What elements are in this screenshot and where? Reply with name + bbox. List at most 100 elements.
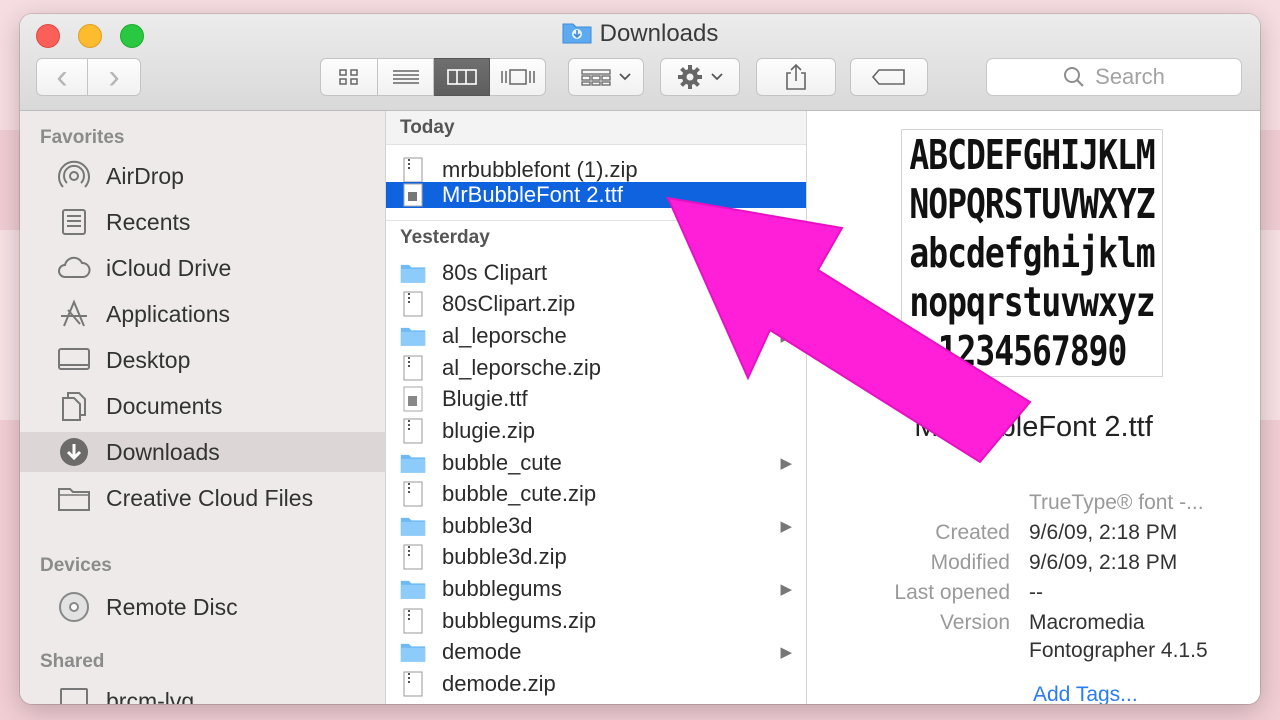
sidebar-item-label: iCloud Drive [106, 254, 232, 281]
chevron-right-icon: › [108, 58, 120, 96]
search-icon [1064, 67, 1084, 87]
window-title-text: Downloads [599, 20, 719, 47]
file-name: demode [442, 639, 522, 664]
gear-icon [678, 65, 702, 89]
window-title: Downloads [20, 20, 1260, 48]
preview-pane: ABCDEFGHIJKLM NOPQRSTUVWXYZ abcdefghijkl… [807, 111, 1260, 704]
search-field[interactable]: Search [986, 58, 1242, 96]
downloads-icon [56, 434, 92, 470]
cloud-icon [56, 250, 92, 286]
folder-icon [400, 512, 426, 540]
column-view-button[interactable] [434, 58, 490, 96]
file-name: bubble_cute.zip [442, 481, 597, 506]
folder-icon [400, 449, 426, 477]
folder-icon [56, 480, 92, 516]
folder-row[interactable]: 80s Clipart [386, 258, 806, 288]
sidebar-item-airdrop[interactable]: AirDrop [20, 156, 385, 196]
share-icon [786, 63, 806, 90]
file-name: al_leporsche.zip [442, 355, 601, 380]
back-button[interactable]: ‹ [36, 58, 88, 96]
folder-row[interactable]: bubble3d ▶ [386, 511, 806, 541]
sidebar-item-creative-cloud-files[interactable]: Creative Cloud Files [20, 478, 385, 518]
meta-key: Modified [930, 551, 1010, 574]
action-menu-button[interactable] [660, 58, 740, 96]
sidebar-item-desktop[interactable]: Desktop [20, 340, 385, 380]
zip-file-icon [400, 480, 426, 508]
arrange-menu-button[interactable] [568, 58, 644, 96]
file-row[interactable]: Blugie.ttf [386, 384, 806, 414]
folder-row[interactable]: demode ▶ [386, 637, 806, 667]
file-column: Today mrbubblefont (1).zip MrBubbleFont … [386, 111, 807, 704]
sidebar-item-remote-disc[interactable]: Remote Disc [20, 587, 385, 627]
sidebar-item-documents[interactable]: Documents [20, 386, 385, 426]
file-name: blugie.zip [442, 418, 535, 443]
sidebar-item-recents[interactable]: Recents [20, 202, 385, 242]
disclosure-triangle-icon: ▶ [780, 581, 792, 598]
forward-button[interactable]: › [88, 58, 141, 96]
meta-value: Macromedia [1029, 611, 1145, 634]
folder-row[interactable]: bubblegums ▶ [386, 574, 806, 604]
file-row[interactable]: bubble_cute.zip [386, 479, 806, 509]
disc-icon [56, 589, 92, 625]
add-tags-link[interactable]: Add Tags... [1033, 683, 1138, 704]
preview-file-name: MrBubbleFont 2.ttf [914, 411, 1153, 443]
sidebar-item-label: Creative Cloud Files [106, 484, 314, 511]
arrange-icon [581, 69, 611, 86]
file-row[interactable]: mrbubblefont (1).zip [386, 155, 806, 185]
title-bar: Downloads ‹ › Search [20, 14, 1260, 111]
cover-flow-icon [500, 69, 535, 85]
folder-row[interactable]: al_leporsche ▶ [386, 321, 806, 351]
file-name: bubblegums [442, 576, 562, 601]
finder-window: Downloads ‹ › Search Favorites AirDrop R… [20, 14, 1260, 704]
sidebar-item-label: Downloads [106, 438, 220, 465]
chevron-left-icon: ‹ [56, 58, 68, 96]
shared-heading: Shared [40, 651, 105, 672]
zip-file-icon [400, 354, 426, 382]
sidebar-item-label: AirDrop [106, 162, 184, 189]
sidebar-item-applications[interactable]: Applications [20, 294, 385, 334]
font-file-icon [400, 385, 426, 413]
downloads-folder-icon [562, 23, 592, 44]
sidebar-item-label: brcm-lvg [106, 687, 195, 705]
share-button[interactable] [756, 58, 836, 96]
zip-file-icon [400, 670, 426, 698]
chevron-down-icon [619, 73, 631, 81]
file-row[interactable]: bubblegums.zip [386, 606, 806, 636]
icon-view-button[interactable] [320, 58, 378, 96]
file-name: bubblegums.zip [442, 608, 597, 633]
file-row[interactable]: al_leporsche.zip [386, 353, 806, 383]
folder-icon [400, 259, 426, 287]
columns-icon [446, 69, 477, 85]
sidebar-item-label: Documents [106, 392, 223, 419]
file-name: 80sClipart.zip [442, 291, 576, 316]
list-view-button[interactable] [378, 58, 434, 96]
file-row[interactable]: bubble3d.zip [386, 542, 806, 572]
file-name: 80s Clipart [442, 260, 548, 285]
folder-row[interactable]: bubble_cute ▶ [386, 448, 806, 478]
gallery-view-button[interactable] [490, 58, 546, 96]
meta-key: Version [939, 611, 1010, 634]
sidebar: Favorites AirDrop Recents iCloud Drive A… [20, 111, 386, 704]
sidebar-item-label: Applications [106, 300, 231, 327]
zip-file-icon [400, 156, 426, 184]
meta-value: -- [1029, 581, 1043, 604]
group-header-today: Today [386, 111, 806, 145]
zip-file-icon [400, 417, 426, 445]
file-name: bubble3d.zip [442, 544, 567, 569]
file-row[interactable]: 80sClipart.zip [386, 289, 806, 319]
file-name: mrbubblefont (1).zip [442, 157, 638, 182]
sidebar-item-icloud-drive[interactable]: iCloud Drive [20, 248, 385, 288]
zip-file-icon [400, 543, 426, 571]
file-row[interactable]: demode.zip [386, 669, 806, 699]
sidebar-item-brcm-lvg[interactable]: brcm-lvg [20, 681, 385, 704]
folder-icon [400, 575, 426, 603]
file-row-selected[interactable]: MrBubbleFont 2.ttf [386, 182, 806, 208]
zip-file-icon [400, 290, 426, 318]
sidebar-item-label: Remote Disc [106, 593, 238, 620]
font-preview-thumbnail: ABCDEFGHIJKLM NOPQRSTUVWXYZ abcdefghijkl… [901, 129, 1163, 377]
file-row[interactable]: blugie.zip [386, 416, 806, 446]
sidebar-item-downloads[interactable]: Downloads [20, 432, 385, 472]
recents-icon [56, 204, 92, 240]
tags-button[interactable] [850, 58, 928, 96]
meta-value: Fontographer 4.1.5 [1029, 639, 1208, 662]
